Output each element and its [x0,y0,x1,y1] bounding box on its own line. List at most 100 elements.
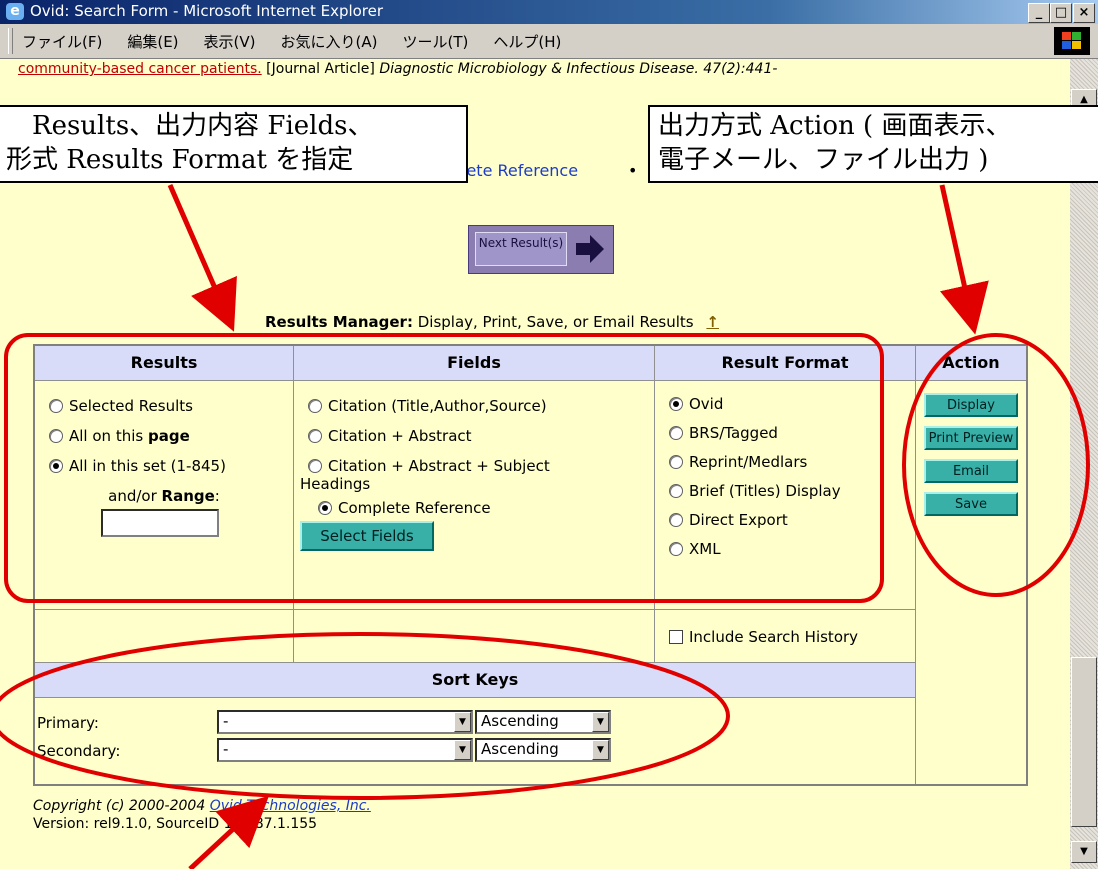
print-preview-button[interactable]: Print Preview [924,426,1018,450]
brief-display-option[interactable]: Brief (Titles) Display [669,482,915,500]
complete-reference-link[interactable]: lete Reference [462,161,578,180]
back-to-top-icon[interactable]: ↑ [706,313,719,331]
range-label: and/or Range: [108,487,220,505]
chevron-down-icon: ▼ [454,740,471,760]
primary-sort-select[interactable]: - ▼ [217,710,473,734]
menu-file[interactable]: ファイル(F) [22,31,102,52]
reprint-medlars-option[interactable]: Reprint/Medlars [669,453,915,471]
results-manager-heading: Results Manager: Display, Print, Save, o… [265,313,719,331]
secondary-sort-select[interactable]: - ▼ [217,738,473,762]
menu-help[interactable]: ヘルプ(H) [493,31,561,52]
select-fields-button[interactable]: Select Fields [300,521,434,551]
selected-results-radio[interactable] [49,399,63,413]
company-link[interactable]: Ovid Technologies, Inc. [210,798,371,814]
annotation-right-callout: 出力方式 Action ( 画面表示、 電子メール、ファイル出力 ) [648,105,1098,183]
toolbar-grip [8,28,13,54]
format-column-header: Result Format [654,344,916,381]
direct-export-option[interactable]: Direct Export [669,511,915,529]
primary-order-select[interactable]: Ascending ▼ [475,710,611,734]
brs-tagged-option[interactable]: BRS/Tagged [669,424,915,442]
secondary-label: Secondary: [37,742,121,760]
selected-results-option[interactable]: Selected Results [49,397,293,415]
fields-spacer [293,609,655,663]
result-title-link[interactable]: community-based cancer patients. [18,61,262,77]
results-column-header: Results [33,344,294,381]
annotation-left-callout: Results、出力内容 Fields、 形式 Results Format を… [0,105,468,183]
xml-option[interactable]: XML [669,540,915,558]
sort-keys-section: Sort Keys Primary: Secondary: - ▼ - ▼ Asce… [33,662,916,786]
maximize-button[interactable]: □ [1050,3,1072,23]
title-bar: e Ovid: Search Form - Microsoft Internet… [0,0,1098,24]
scrollbar-thumb[interactable] [1071,657,1097,827]
brief-display-radio[interactable] [669,484,683,498]
annotation-left-line1: Results、出力内容 Fields、 [32,111,374,141]
ie-icon: e [6,3,24,20]
all-on-page-option[interactable]: All on this page [49,427,293,445]
menu-view[interactable]: 表示(V) [204,31,256,52]
next-results-label: Next Result(s) [475,232,567,266]
save-button[interactable]: Save [924,492,1018,516]
annotation-right-line2: 電子メール、ファイル出力 ) [658,145,989,175]
right-arrow-icon [576,235,604,263]
include-search-history-checkbox[interactable] [669,630,683,644]
direct-export-radio[interactable] [669,513,683,527]
citation-abstract-subject-radio[interactable] [308,459,322,473]
menu-favorites[interactable]: お気に入り(A) [281,31,378,52]
display-button[interactable]: Display [924,393,1018,417]
chevron-down-icon: ▼ [592,740,609,760]
all-on-page-radio[interactable] [49,429,63,443]
complete-reference-radio[interactable] [318,501,332,515]
results-manager-label: Results Manager: [265,313,413,331]
ovid-radio[interactable] [669,397,683,411]
windows-logo-icon [1054,27,1090,55]
version-text: Version: rel9.1.0, SourceID 1.9087.1.155 [33,816,318,832]
results-manager-table: Results Fields Result Format Action Disp… [33,344,1028,786]
citation-abstract-option[interactable]: Citation + Abstract [308,427,654,445]
all-in-set-option[interactable]: All in this set (1-845) [49,457,293,475]
range-input[interactable] [101,509,219,537]
chevron-down-icon: ▼ [454,712,471,732]
annotation-right-line1: 出力方式 Action ( 画面表示、 [658,111,1012,141]
citation-abstract-subject-option[interactable]: Citation + Abstract + Subject [308,457,654,475]
email-button[interactable]: Email [924,459,1018,483]
format-options: Ovid BRS/Tagged Reprint/Medlars Brief (T… [654,380,916,610]
secondary-order-select[interactable]: Ascending ▼ [475,738,611,762]
close-button[interactable]: × [1073,3,1095,23]
xml-radio[interactable] [669,542,683,556]
copyright-text: Copyright (c) 2000-2004 [33,798,210,814]
action-column: Action Display Print Preview Email Save [915,344,1028,786]
results-options: Selected Results All on this page All in… [33,380,294,610]
chevron-down-icon: ▼ [592,712,609,732]
result-type: [Journal Article] [266,61,375,77]
menu-edit[interactable]: 編集(E) [127,31,178,52]
fields-options: Citation (Title,Author,Source) Citation … [293,380,655,610]
primary-label: Primary: [37,714,99,732]
action-column-header: Action [916,346,1026,381]
citation-abstract-radio[interactable] [308,429,322,443]
ovid-option[interactable]: Ovid [669,395,915,413]
results-manager-text: Display, Print, Save, or Email Results [417,313,694,331]
headings-label: Headings [300,475,371,493]
window-title: Ovid: Search Form - Microsoft Internet E… [30,2,384,20]
include-history-cell: Include Search History [654,609,916,663]
annotation-left-line2: 形式 Results Format を指定 [6,145,354,175]
footer: Copyright (c) 2000-2004 Ovid Technologie… [33,797,371,833]
menu-tools[interactable]: ツール(T) [402,31,468,52]
brs-tagged-radio[interactable] [669,426,683,440]
next-results-button[interactable]: Next Result(s) [468,225,614,274]
previous-result-line: community-based cancer patients. [Journa… [18,61,777,77]
minimize-button[interactable]: _ [1028,3,1050,23]
complete-reference-option[interactable]: Complete Reference [318,499,654,517]
reprint-medlars-radio[interactable] [669,455,683,469]
all-in-set-radio[interactable] [49,459,63,473]
include-search-history-option[interactable]: Include Search History [669,628,915,646]
bullet-separator: • [628,161,638,180]
results-spacer [33,609,294,663]
citation-radio[interactable] [308,399,322,413]
fields-column-header: Fields [293,344,655,381]
scroll-down-icon[interactable]: ▼ [1071,841,1097,863]
citation-option[interactable]: Citation (Title,Author,Source) [308,397,654,415]
menu-bar: ファイル(F) 編集(E) 表示(V) お気に入り(A) ツール(T) ヘルプ(… [0,24,1098,59]
result-source: Diagnostic Microbiology & Infectious Dis… [379,61,778,77]
sort-keys-header: Sort Keys [35,663,915,698]
